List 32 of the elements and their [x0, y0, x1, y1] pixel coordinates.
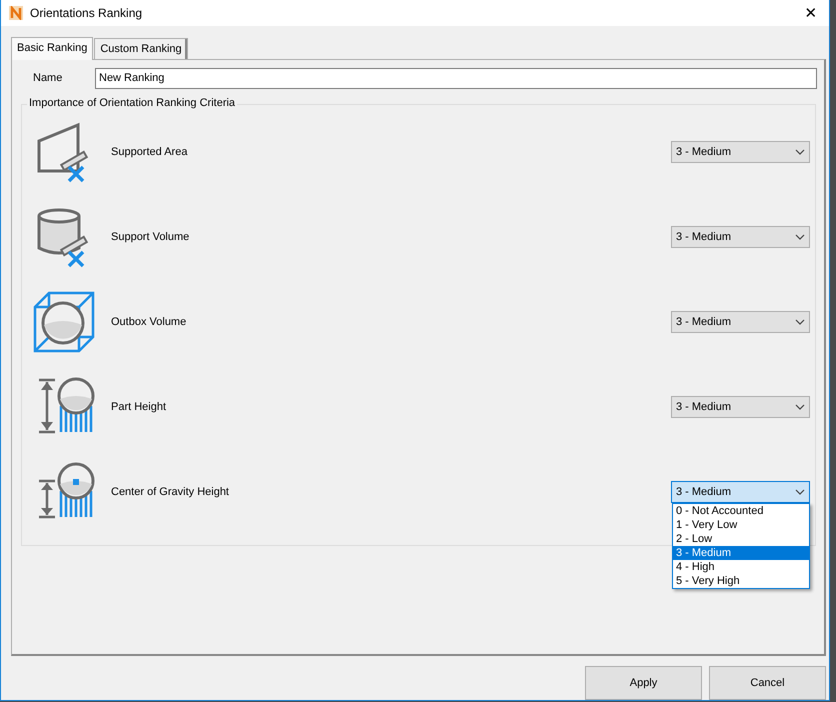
dropdown-option[interactable]: 1 - Very Low — [673, 518, 809, 532]
group-title: Importance of Orientation Ranking Criteria — [27, 96, 238, 109]
dropdown-option[interactable]: 5 - Very High — [673, 574, 809, 588]
criterion-label: Center of Gravity Height — [111, 486, 230, 498]
criterion-label: Supported Area — [111, 146, 188, 158]
dropdown[interactable]: 3 - Medium — [671, 481, 810, 504]
caret-icon — [795, 149, 805, 156]
dropdown-option[interactable]: 4 - High — [673, 560, 809, 574]
criterion-label: Outbox Volume — [111, 316, 188, 328]
window-title: Orientations Ranking — [30, 6, 144, 20]
criterion-label: Part Height — [111, 401, 168, 414]
close-icon[interactable]: ✕ — [793, 4, 829, 22]
name-field[interactable]: New Ranking — [95, 68, 817, 89]
name-label: Name — [32, 72, 64, 84]
sphere-in-cube-icon — [33, 291, 95, 354]
caret-icon — [795, 319, 805, 326]
criterion-label: Support Volume — [111, 231, 190, 244]
dropdown[interactable]: 3 - Medium — [671, 396, 810, 418]
caret-icon — [795, 489, 805, 496]
app-logo-icon — [9, 6, 23, 20]
dropdown-option[interactable]: 3 - Medium — [673, 546, 809, 560]
caret-icon — [795, 404, 805, 410]
dropdown[interactable]: 3 - Medium — [671, 226, 810, 248]
tab[interactable]: Basic Ranking — [11, 36, 94, 60]
dropdown[interactable]: 3 - Medium — [671, 311, 810, 334]
dropdown-option[interactable]: 2 - Low — [673, 532, 809, 546]
dropdown[interactable]: 3 - Medium — [671, 141, 810, 164]
tab[interactable]: Custom Ranking — [94, 38, 188, 59]
caret-icon — [795, 234, 805, 240]
dialog-button[interactable]: Apply — [585, 666, 702, 700]
dialog-button[interactable]: Cancel — [709, 666, 826, 700]
dropdown-option[interactable]: 0 - Not Accounted — [673, 504, 809, 518]
